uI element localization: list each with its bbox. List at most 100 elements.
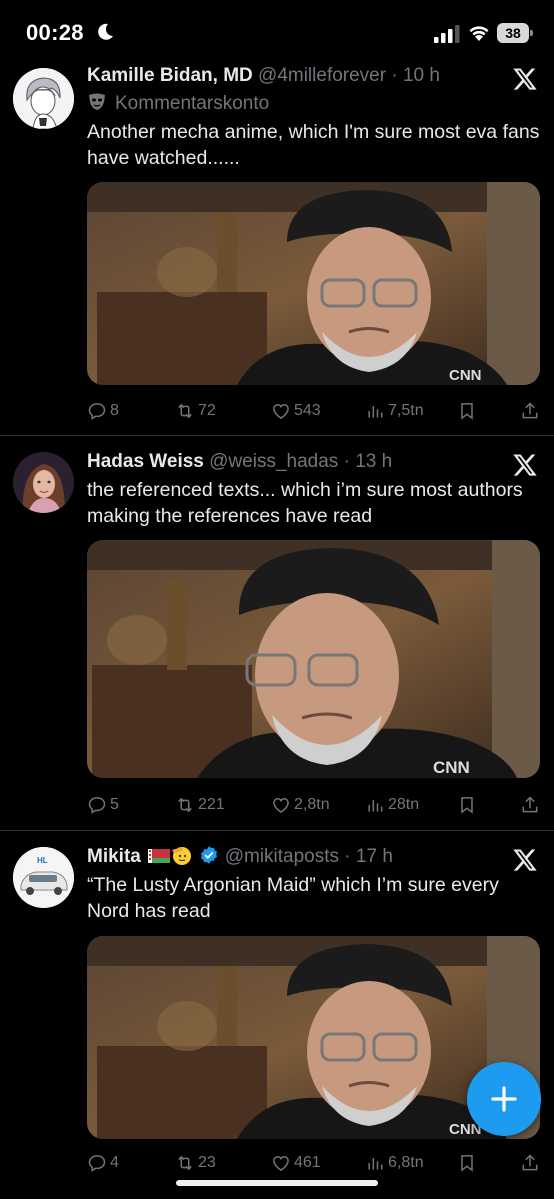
bookmark-button[interactable]	[457, 1150, 480, 1176]
tweet-actions: 5 221 2,8tn 28tn	[87, 792, 542, 818]
views-button[interactable]: 7,5tn	[365, 398, 424, 424]
x-logo-icon	[513, 454, 537, 476]
views-icon	[368, 800, 383, 812]
battery-level: 38	[497, 23, 529, 43]
bookmark-button[interactable]	[457, 398, 480, 424]
media-image: CNN	[87, 540, 540, 778]
handle[interactable]: @4milleforever	[258, 65, 386, 86]
x-logo-icon	[513, 849, 537, 871]
handle[interactable]: @mikitaposts	[225, 846, 339, 867]
repost-icon	[178, 403, 192, 419]
belarus-flag-icon	[148, 849, 171, 863]
reply-count: 8	[110, 402, 119, 419]
profile-photo-image	[13, 452, 74, 513]
avatar-text: HL	[37, 856, 48, 865]
home-indicator[interactable]	[176, 1180, 378, 1186]
reply-icon	[88, 1155, 106, 1172]
account-label: Kommentarskonto	[87, 90, 269, 118]
tweet-actions: 8 72 543 7,5tn	[87, 398, 542, 424]
tweet-header: Mikita @mikitaposts · 17 h	[87, 846, 393, 867]
display-name[interactable]: Kamille Bidan, MD	[87, 65, 253, 86]
repost-icon	[178, 797, 192, 813]
salute-emoji-icon	[172, 847, 192, 865]
repost-icon	[178, 1155, 192, 1171]
tweet-text: “The Lusty Argonian Maid” which I’m sure…	[87, 874, 499, 922]
repost-button[interactable]: 221	[175, 792, 225, 818]
repost-button[interactable]: 23	[175, 1150, 216, 1176]
reply-icon	[88, 403, 106, 420]
tweet-text: the referenced texts... which i’m sure m…	[87, 479, 523, 527]
wifi-icon	[469, 26, 489, 41]
repost-count: 23	[198, 1154, 216, 1171]
mask-icon	[89, 93, 105, 110]
bookmark-icon	[461, 403, 473, 420]
like-count: 2,8tn	[294, 796, 330, 813]
tweet-header: Hadas Weiss @weiss_hadas · 13 h	[87, 451, 393, 472]
tweet-media[interactable]: CNN	[87, 182, 540, 385]
reply-icon	[88, 797, 106, 814]
tweet-header: Kamille Bidan, MD @4milleforever · 10 h	[87, 65, 440, 86]
like-count: 543	[294, 402, 321, 419]
share-button[interactable]	[520, 398, 543, 424]
status-bar: 00:28 38	[0, 0, 554, 66]
avatar[interactable]	[13, 452, 74, 513]
reply-button[interactable]: 5	[87, 792, 119, 818]
verified-badge-icon	[201, 846, 218, 864]
repost-count: 221	[198, 796, 225, 813]
timestamp[interactable]: 17 h	[356, 846, 393, 867]
views-button[interactable]: 6,8tn	[365, 1150, 424, 1176]
timestamp[interactable]: 10 h	[403, 65, 440, 86]
account-label-text: Kommentarskonto	[115, 93, 270, 114]
bookmark-button[interactable]	[457, 792, 480, 818]
media-image: CNN	[87, 182, 540, 385]
share-icon	[522, 1154, 538, 1171]
handle[interactable]: @weiss_hadas	[209, 451, 338, 472]
share-button[interactable]	[520, 792, 543, 818]
reply-button[interactable]: 4	[87, 1150, 119, 1176]
tweet[interactable]: Kamille Bidan, MD @4milleforever · 10 h …	[0, 65, 554, 436]
battery-indicator: 38	[497, 23, 533, 43]
tweet[interactable]: HL Mikita @mikitaposts · 17 h “The Lusty…	[0, 831, 554, 1199]
status-time: 00:28	[26, 20, 84, 45]
share-icon	[522, 402, 538, 419]
avatar[interactable]: HL	[13, 847, 74, 908]
timestamp[interactable]: 13 h	[355, 451, 392, 472]
view-count: 7,5tn	[388, 402, 424, 419]
reply-button[interactable]: 8	[87, 398, 119, 424]
like-count: 461	[294, 1154, 321, 1171]
display-name[interactable]: Mikita	[87, 846, 141, 867]
car-logo-image: HL	[13, 847, 74, 908]
view-count: 6,8tn	[388, 1154, 424, 1171]
media-watermark: CNN	[449, 367, 482, 384]
repost-count: 72	[198, 402, 216, 419]
like-icon	[273, 403, 289, 419]
anime-avatar-image	[13, 68, 74, 129]
compose-button[interactable]	[467, 1062, 541, 1136]
media-watermark: CNN	[433, 758, 470, 777]
signal-icon	[434, 25, 460, 43]
like-button[interactable]: 2,8tn	[271, 792, 330, 818]
avatar[interactable]	[13, 68, 74, 129]
repost-button[interactable]: 72	[175, 398, 216, 424]
tweet-actions: 4 23 461 6,8tn	[87, 1150, 542, 1176]
moon-icon	[98, 23, 113, 40]
reply-count: 4	[110, 1154, 119, 1171]
views-button[interactable]: 28tn	[365, 792, 419, 818]
display-name[interactable]: Hadas Weiss	[87, 451, 204, 472]
like-icon	[273, 797, 289, 813]
like-button[interactable]: 461	[271, 1150, 321, 1176]
view-count: 28tn	[388, 796, 420, 813]
x-logo-icon	[513, 68, 537, 90]
like-icon	[273, 1155, 289, 1171]
like-button[interactable]: 543	[271, 398, 321, 424]
bookmark-icon	[461, 797, 473, 814]
compose-plus-icon	[491, 1086, 517, 1112]
share-button[interactable]	[520, 1150, 543, 1176]
reply-count: 5	[110, 796, 119, 813]
tweet-media[interactable]: CNN	[87, 540, 540, 778]
views-icon	[368, 1158, 383, 1170]
tweet-text: Another mecha anime, which I'm sure most…	[87, 121, 540, 169]
share-icon	[522, 796, 538, 813]
bookmark-icon	[461, 1155, 473, 1172]
tweet[interactable]: Hadas Weiss @weiss_hadas · 13 h the refe…	[0, 436, 554, 831]
